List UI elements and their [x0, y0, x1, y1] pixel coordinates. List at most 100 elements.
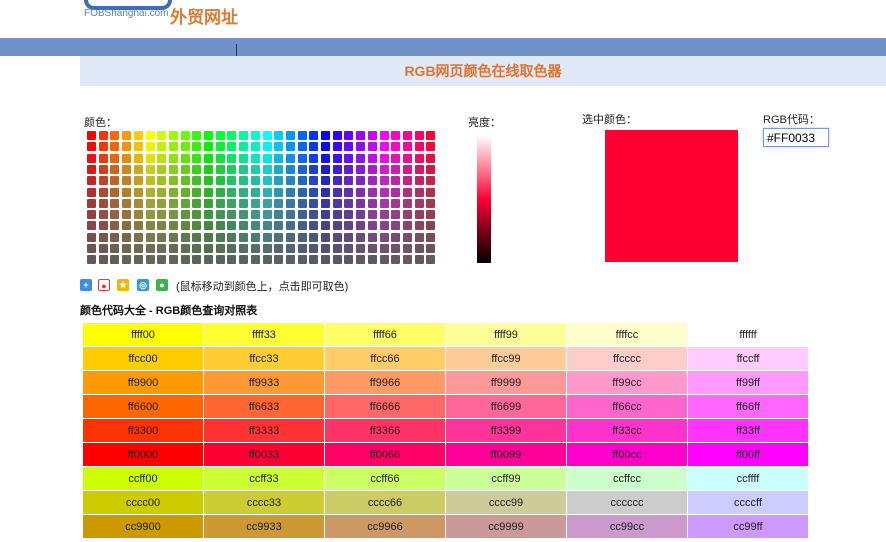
palette-swatch[interactable]: [239, 233, 248, 242]
palette-swatch[interactable]: [216, 176, 225, 185]
palette-swatch[interactable]: [368, 233, 377, 242]
palette-swatch[interactable]: [356, 142, 365, 151]
palette-swatch[interactable]: [216, 199, 225, 208]
palette-swatch[interactable]: [309, 233, 318, 242]
palette-swatch[interactable]: [403, 221, 412, 230]
palette-swatch[interactable]: [356, 165, 365, 174]
palette-swatch[interactable]: [321, 210, 330, 219]
palette-swatch[interactable]: [134, 154, 143, 163]
palette-swatch[interactable]: [356, 210, 365, 219]
color-code-cell[interactable]: ffcc66: [325, 347, 445, 370]
color-code-cell[interactable]: ff9900: [83, 371, 203, 394]
palette-swatch[interactable]: [263, 210, 272, 219]
palette-swatch[interactable]: [415, 188, 424, 197]
color-code-cell[interactable]: ff99ff: [688, 371, 808, 394]
palette-swatch[interactable]: [192, 210, 201, 219]
palette-swatch[interactable]: [344, 188, 353, 197]
palette-swatch[interactable]: [87, 131, 96, 140]
palette-swatch[interactable]: [181, 199, 190, 208]
palette-swatch[interactable]: [263, 221, 272, 230]
palette-swatch[interactable]: [204, 176, 213, 185]
palette-swatch[interactable]: [356, 221, 365, 230]
palette-swatch[interactable]: [204, 188, 213, 197]
color-code-cell[interactable]: ff66cc: [567, 395, 687, 418]
palette-swatch[interactable]: [274, 199, 283, 208]
palette-swatch[interactable]: [192, 165, 201, 174]
palette-swatch[interactable]: [157, 176, 166, 185]
palette-swatch[interactable]: [134, 244, 143, 253]
palette-swatch[interactable]: [227, 131, 236, 140]
palette-swatch[interactable]: [146, 210, 155, 219]
color-code-cell[interactable]: ff6666: [325, 395, 445, 418]
palette-swatch[interactable]: [391, 221, 400, 230]
palette-swatch[interactable]: [333, 142, 342, 151]
palette-swatch[interactable]: [99, 244, 108, 253]
palette-swatch[interactable]: [169, 176, 178, 185]
palette-swatch[interactable]: [380, 188, 389, 197]
palette-swatch[interactable]: [169, 154, 178, 163]
palette-swatch[interactable]: [216, 210, 225, 219]
palette-swatch[interactable]: [204, 210, 213, 219]
palette-swatch[interactable]: [169, 221, 178, 230]
palette-swatch[interactable]: [403, 244, 412, 253]
palette-swatch[interactable]: [251, 142, 260, 151]
palette-swatch[interactable]: [403, 131, 412, 140]
color-code-cell[interactable]: ccffff: [688, 467, 808, 490]
color-palette[interactable]: [87, 131, 438, 267]
palette-swatch[interactable]: [426, 210, 435, 219]
palette-swatch[interactable]: [344, 221, 353, 230]
palette-swatch[interactable]: [403, 255, 412, 264]
palette-swatch[interactable]: [298, 142, 307, 151]
palette-swatch[interactable]: [87, 255, 96, 264]
palette-swatch[interactable]: [204, 131, 213, 140]
color-code-cell[interactable]: ff00ff: [688, 443, 808, 466]
palette-swatch[interactable]: [146, 142, 155, 151]
color-code-cell[interactable]: ffffff: [688, 323, 808, 346]
color-code-cell[interactable]: ffcc00: [83, 347, 203, 370]
palette-swatch[interactable]: [216, 221, 225, 230]
color-code-cell[interactable]: ff0033: [204, 443, 324, 466]
palette-swatch[interactable]: [356, 255, 365, 264]
palette-swatch[interactable]: [204, 244, 213, 253]
palette-swatch[interactable]: [216, 244, 225, 253]
color-code-cell[interactable]: ccff66: [325, 467, 445, 490]
palette-swatch[interactable]: [192, 131, 201, 140]
palette-swatch[interactable]: [321, 188, 330, 197]
palette-swatch[interactable]: [391, 176, 400, 185]
palette-swatch[interactable]: [286, 221, 295, 230]
palette-swatch[interactable]: [274, 142, 283, 151]
palette-swatch[interactable]: [216, 188, 225, 197]
color-code-cell[interactable]: cc9933: [204, 515, 324, 538]
palette-swatch[interactable]: [181, 142, 190, 151]
palette-swatch[interactable]: [321, 244, 330, 253]
palette-swatch[interactable]: [181, 165, 190, 174]
palette-swatch[interactable]: [122, 244, 131, 253]
palette-swatch[interactable]: [391, 131, 400, 140]
palette-swatch[interactable]: [380, 221, 389, 230]
palette-swatch[interactable]: [110, 165, 119, 174]
palette-swatch[interactable]: [239, 176, 248, 185]
color-code-cell[interactable]: ffff99: [446, 323, 566, 346]
palette-swatch[interactable]: [298, 244, 307, 253]
palette-swatch[interactable]: [263, 154, 272, 163]
color-code-cell[interactable]: ccccff: [688, 491, 808, 514]
palette-swatch[interactable]: [403, 188, 412, 197]
palette-swatch[interactable]: [309, 131, 318, 140]
palette-swatch[interactable]: [99, 233, 108, 242]
palette-swatch[interactable]: [181, 154, 190, 163]
palette-swatch[interactable]: [426, 233, 435, 242]
palette-swatch[interactable]: [298, 176, 307, 185]
palette-swatch[interactable]: [403, 165, 412, 174]
palette-swatch[interactable]: [333, 210, 342, 219]
palette-swatch[interactable]: [391, 255, 400, 264]
palette-swatch[interactable]: [333, 188, 342, 197]
palette-swatch[interactable]: [298, 165, 307, 174]
palette-swatch[interactable]: [368, 221, 377, 230]
palette-swatch[interactable]: [286, 165, 295, 174]
palette-swatch[interactable]: [333, 244, 342, 253]
palette-swatch[interactable]: [263, 165, 272, 174]
palette-swatch[interactable]: [344, 255, 353, 264]
palette-swatch[interactable]: [286, 199, 295, 208]
palette-swatch[interactable]: [298, 131, 307, 140]
palette-swatch[interactable]: [146, 176, 155, 185]
